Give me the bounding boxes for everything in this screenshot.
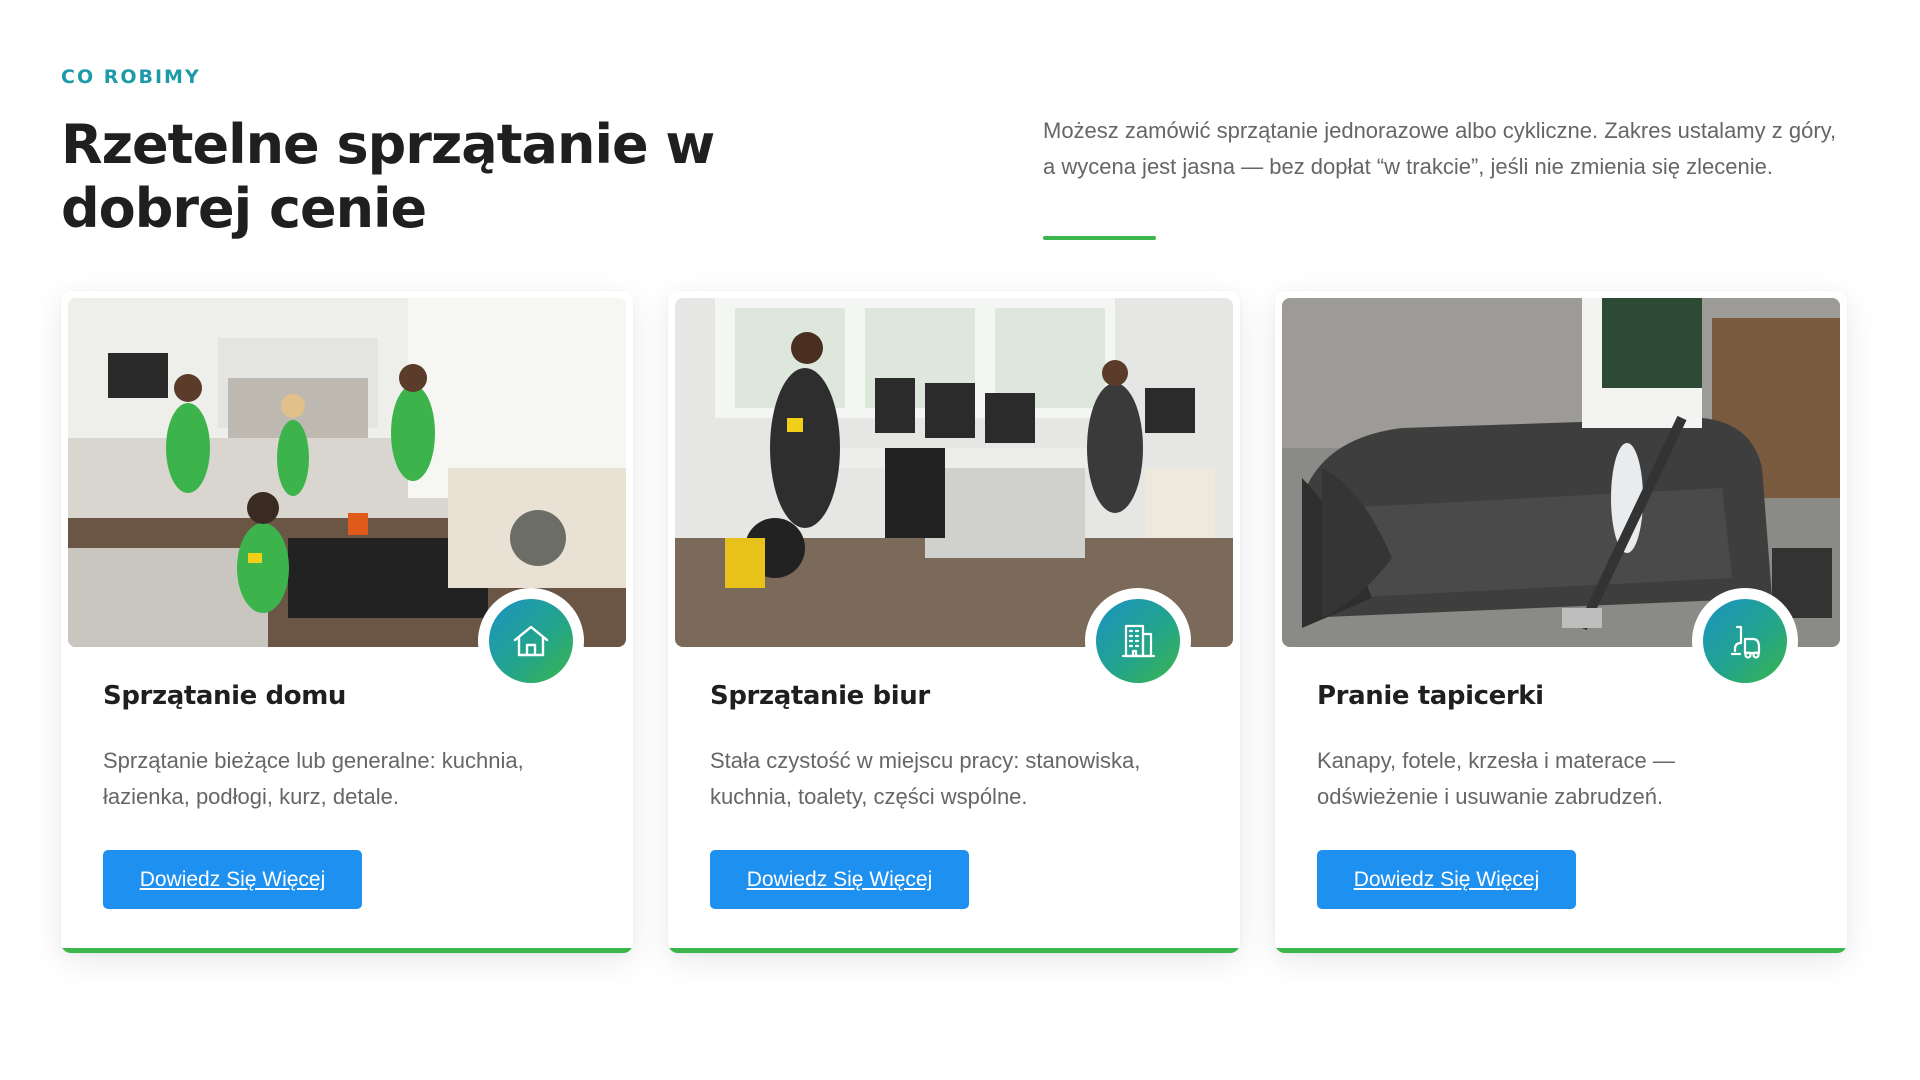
card-description: Stała czystość w miejscu pracy: stanowis… bbox=[710, 748, 1141, 809]
service-card-office: Sprzątanie biur Stała czystość w miejscu… bbox=[668, 291, 1240, 953]
icon-badge bbox=[1085, 588, 1191, 694]
learn-more-button[interactable]: Dowiedz Się Więcej bbox=[103, 850, 362, 909]
office-building-icon bbox=[1096, 599, 1180, 683]
section-intro: Możesz zamówić sprzątanie jednorazowe al… bbox=[1043, 118, 1837, 179]
learn-more-button[interactable]: Dowiedz Się Więcej bbox=[1317, 850, 1576, 909]
card-description: Sprzątanie bieżące lub generalne: kuchni… bbox=[103, 748, 524, 809]
vacuum-cleaner-icon bbox=[1703, 599, 1787, 683]
icon-badge bbox=[1692, 588, 1798, 694]
section-title: Rzetelne sprzątanie w dobrej cenie bbox=[61, 113, 715, 240]
service-card-home: Sprzątanie domu Sprzątanie bieżące lub g… bbox=[61, 291, 633, 953]
card-title: Pranie tapicerki bbox=[1317, 681, 1544, 711]
services-section: CO ROBIMY Rzetelne sprzątanie w dobrej c… bbox=[0, 0, 1920, 1080]
section-eyebrow: CO ROBIMY bbox=[61, 66, 201, 88]
card-description: Kanapy, fotele, krzesła i materace — odś… bbox=[1317, 748, 1675, 809]
intro-accent-line bbox=[1043, 236, 1156, 240]
card-title: Sprzątanie domu bbox=[103, 681, 346, 711]
icon-badge bbox=[478, 588, 584, 694]
learn-more-button[interactable]: Dowiedz Się Więcej bbox=[710, 850, 969, 909]
service-card-upholstery: Pranie tapicerki Kanapy, fotele, krzesła… bbox=[1275, 291, 1847, 953]
card-title: Sprzątanie biur bbox=[710, 681, 930, 711]
house-icon bbox=[489, 599, 573, 683]
